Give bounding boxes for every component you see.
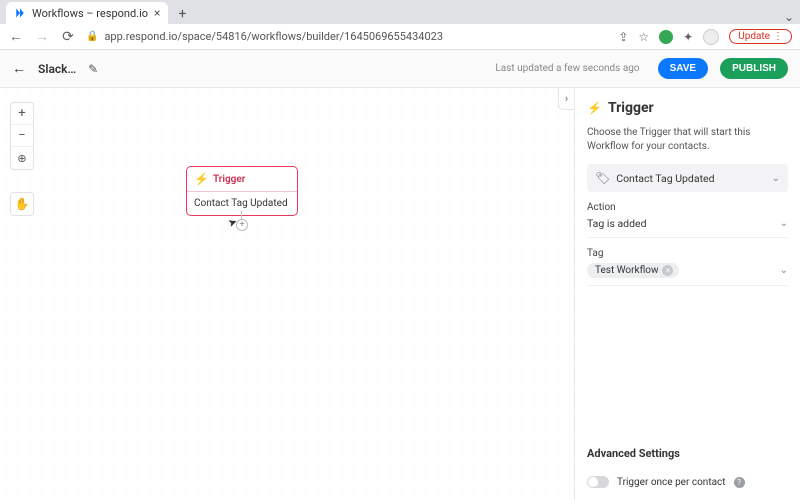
chevron-down-icon: ⌄ — [780, 218, 788, 229]
trigger-type-value: Contact Tag Updated — [616, 172, 714, 185]
trigger-once-label: Trigger once per contact — [617, 477, 726, 488]
nav-forward-icon: → — [34, 28, 50, 45]
main-area: + − ⊕ ✋ ⚡ Trigger Contact Tag Updated + … — [0, 88, 800, 500]
zoom-in-button[interactable]: + — [11, 103, 33, 125]
chevron-down-icon: ⌄ — [780, 265, 788, 276]
publish-button[interactable]: PUBLISH — [720, 58, 788, 79]
last-updated-text: Last updated a few seconds ago — [495, 63, 639, 74]
respond-favicon-icon — [14, 7, 26, 19]
browser-address-bar: ← → ⟳ 🔒 app.respond.io/space/54816/workf… — [0, 24, 800, 50]
config-sidebar: ⚡ Trigger Choose the Trigger that will s… — [574, 88, 800, 500]
workflow-title: Slack… — [38, 62, 76, 76]
workflow-canvas[interactable]: + − ⊕ ✋ ⚡ Trigger Contact Tag Updated + … — [0, 88, 574, 500]
help-icon[interactable]: ? — [734, 477, 745, 488]
browser-tab[interactable]: Workflows – respond.io × — [6, 2, 168, 24]
update-button[interactable]: Update ⋮ — [729, 29, 792, 44]
lock-icon: 🔒 — [86, 31, 98, 42]
advanced-settings-title: Advanced Settings — [587, 447, 788, 460]
edit-title-icon[interactable]: ✎ — [88, 62, 98, 76]
node-title: Trigger — [213, 174, 245, 185]
action-value: Tag is added — [587, 217, 647, 230]
zoom-out-button[interactable]: − — [11, 125, 33, 147]
app-header: ← Slack… ✎ Last updated a few seconds ag… — [0, 50, 800, 88]
extensions-puzzle-icon[interactable]: ✦ — [683, 30, 693, 44]
remove-tag-icon[interactable]: × — [662, 265, 673, 276]
zoom-controls: + − ⊕ — [10, 102, 34, 170]
collapse-sidebar-button[interactable]: › — [558, 88, 574, 110]
sidebar-description: Choose the Trigger that will start this … — [587, 126, 788, 154]
share-icon[interactable]: ⇪ — [618, 30, 628, 44]
node-subtitle: Contact Tag Updated — [187, 192, 297, 215]
pan-tool-button[interactable]: ✋ — [10, 192, 34, 216]
kebab-icon: ⋮ — [773, 31, 783, 42]
action-select[interactable]: Tag is added ⌄ — [587, 213, 788, 238]
tabs-dropdown-icon[interactable]: ⌄ — [784, 10, 794, 24]
save-button[interactable]: SAVE — [658, 58, 709, 79]
close-tab-icon[interactable]: × — [154, 6, 160, 20]
profile-avatar[interactable] — [703, 29, 719, 45]
tag-select[interactable]: Test Workflow × ⌄ — [587, 259, 788, 286]
tag-chip-text: Test Workflow — [595, 265, 658, 276]
nav-reload-icon[interactable]: ⟳ — [60, 29, 76, 45]
tag-label: Tag — [587, 248, 788, 259]
star-icon[interactable]: ☆ — [638, 30, 649, 44]
browser-tabstrip: Workflows – respond.io × + ⌄ — [0, 0, 800, 24]
bolt-icon: ⚡ — [587, 101, 602, 115]
action-label: Action — [587, 202, 788, 213]
extension-icon[interactable] — [659, 30, 673, 44]
tag-icon: 🏷 — [595, 171, 610, 185]
chevron-down-icon: ⌄ — [772, 173, 780, 184]
trigger-once-toggle[interactable] — [587, 476, 609, 488]
zoom-fit-button[interactable]: ⊕ — [11, 147, 33, 169]
url-field[interactable]: 🔒 app.respond.io/space/54816/workflows/b… — [86, 30, 608, 43]
tab-title: Workflows – respond.io — [32, 7, 148, 20]
trigger-node[interactable]: ⚡ Trigger Contact Tag Updated — [186, 166, 298, 216]
back-button[interactable]: ← — [12, 60, 26, 77]
new-tab-button[interactable]: + — [172, 4, 192, 24]
trigger-type-select[interactable]: 🏷 Contact Tag Updated ⌄ — [587, 164, 788, 192]
sidebar-title: Trigger — [608, 100, 654, 116]
nav-back-icon[interactable]: ← — [8, 28, 24, 45]
url-text: app.respond.io/space/54816/workflows/bui… — [104, 30, 443, 43]
update-label: Update — [738, 31, 770, 42]
bolt-icon: ⚡ — [194, 172, 209, 186]
tag-chip[interactable]: Test Workflow × — [587, 263, 679, 278]
